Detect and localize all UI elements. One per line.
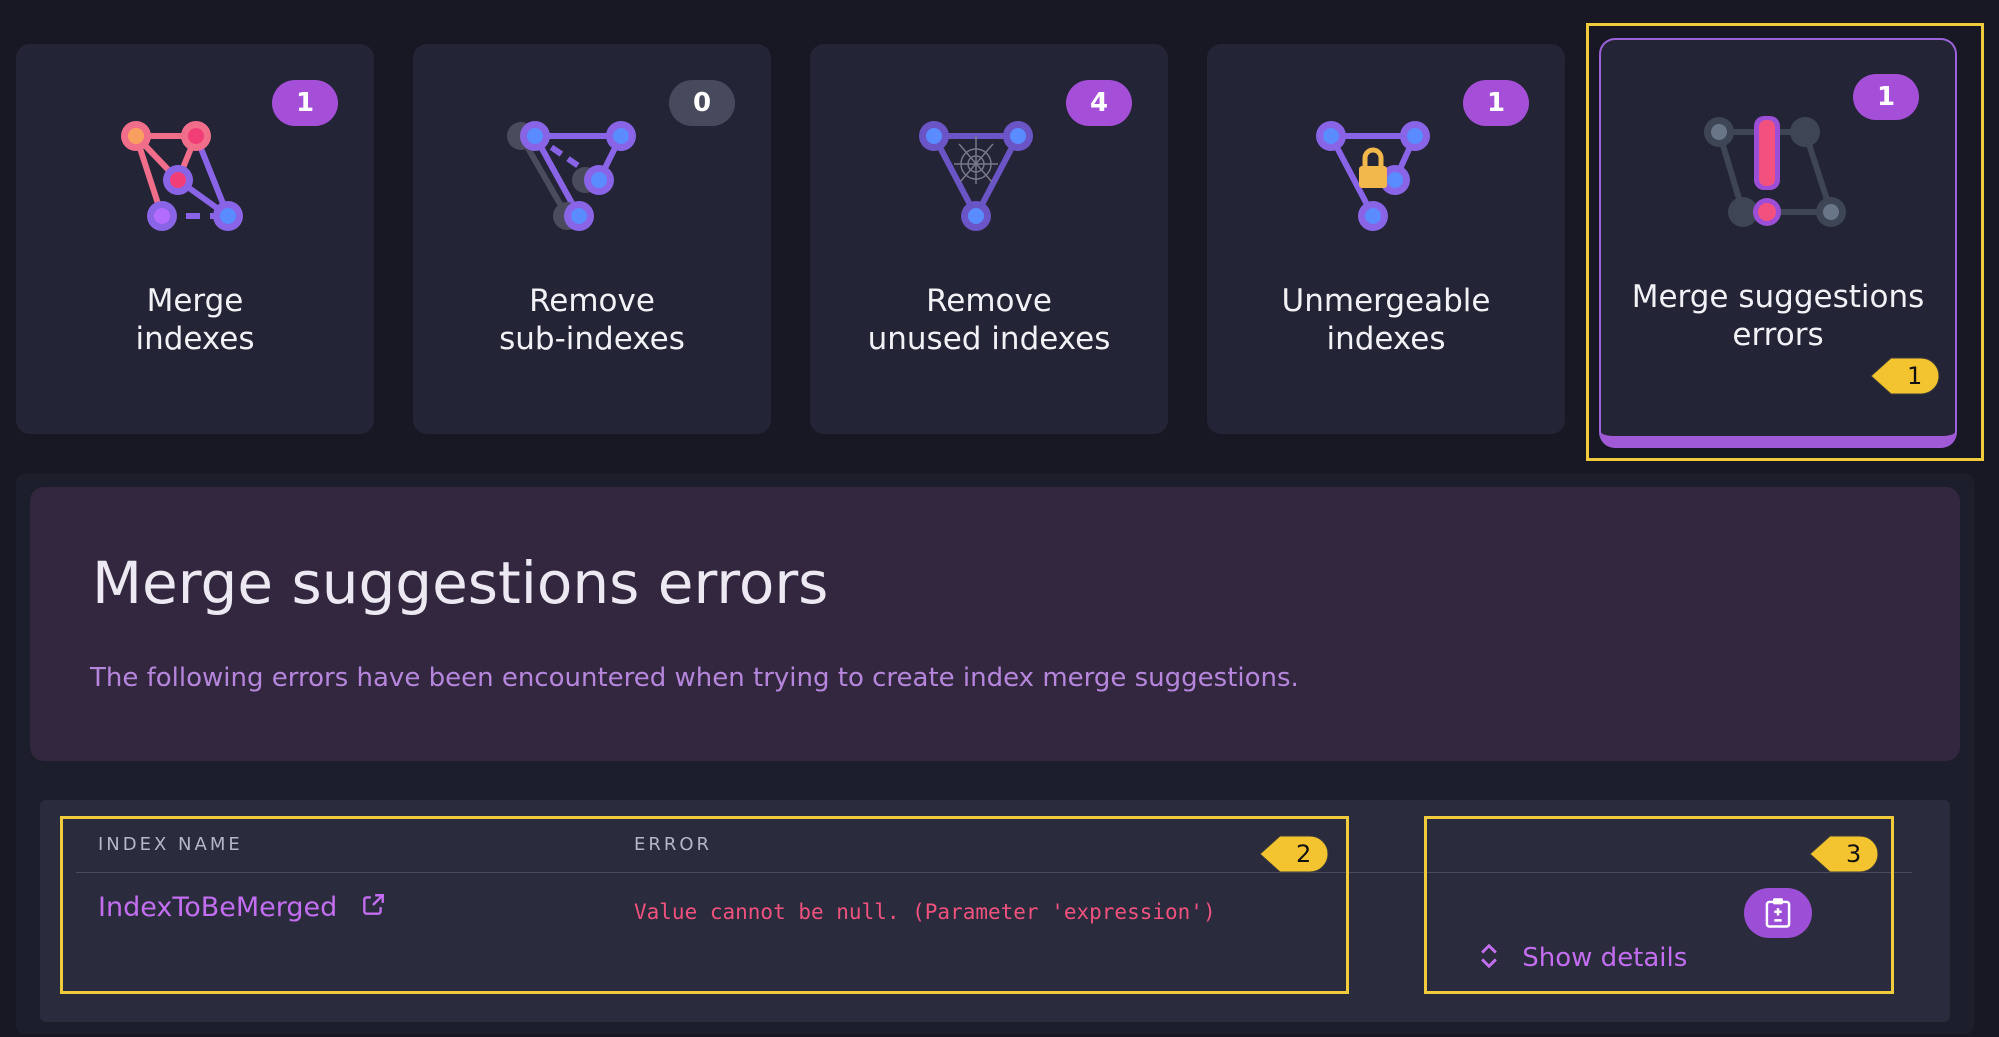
sub-index-graph-icon (507, 121, 636, 231)
callout-marker-3: 3 (1808, 830, 1880, 878)
clipboard-icon (1765, 898, 1791, 928)
index-name-text[interactable]: IndexToBeMerged (98, 892, 337, 923)
merge-graph-icon (121, 121, 243, 231)
callout-marker-2: 2 (1258, 830, 1330, 878)
card-title: Remove unused indexes (867, 283, 1111, 357)
error-graph-icon (1704, 116, 1846, 227)
card-merge-indexes[interactable]: 1 Merge indexes (16, 44, 374, 434)
external-link-icon[interactable] (360, 892, 386, 918)
section-header: Merge suggestions errors The following e… (30, 487, 1960, 761)
card-title: Merge suggestions errors (1631, 279, 1925, 353)
errors-table: INDEX NAME ERROR IndexToBeMerged Value c… (40, 800, 1950, 1022)
card-unmergeable-indexes[interactable]: 1 Unmergeable indexes (1207, 44, 1565, 434)
callout-number: 1 (1907, 362, 1923, 390)
header-divider (76, 872, 1912, 873)
index-name-link[interactable]: IndexToBeMerged (98, 892, 386, 923)
card-remove-sub-indexes[interactable]: 0 Remove sub-indexes (413, 44, 771, 434)
count-badge: 1 (1853, 74, 1919, 120)
section-description: The following errors have been encounter… (90, 663, 1299, 693)
section-title: Merge suggestions errors (92, 549, 829, 617)
show-details-toggle[interactable]: Show details (1476, 940, 1687, 973)
count-badge: 4 (1066, 80, 1132, 126)
copy-error-button[interactable] (1744, 888, 1812, 938)
lock-graph-icon (1316, 121, 1430, 231)
card-title: Remove sub-indexes (499, 283, 685, 357)
callout-marker-1: 1 (1869, 352, 1941, 400)
card-title: Unmergeable indexes (1281, 283, 1491, 357)
column-header-index-name: INDEX NAME (98, 834, 243, 855)
column-header-error: ERROR (634, 834, 713, 855)
count-badge: 1 (1463, 80, 1529, 126)
card-remove-unused-indexes[interactable]: 4 Remove unused indexes (810, 44, 1168, 434)
count-badge: 1 (272, 80, 338, 126)
expand-icon (1481, 943, 1497, 969)
show-details-label[interactable]: Show details (1522, 943, 1687, 973)
error-message: Value cannot be null. (Parameter 'expres… (634, 900, 1216, 924)
unused-graph-icon (919, 121, 1033, 231)
callout-number: 2 (1296, 840, 1312, 868)
card-title: Merge indexes (135, 283, 255, 357)
callout-number: 3 (1846, 840, 1862, 868)
count-badge: 0 (669, 80, 735, 126)
